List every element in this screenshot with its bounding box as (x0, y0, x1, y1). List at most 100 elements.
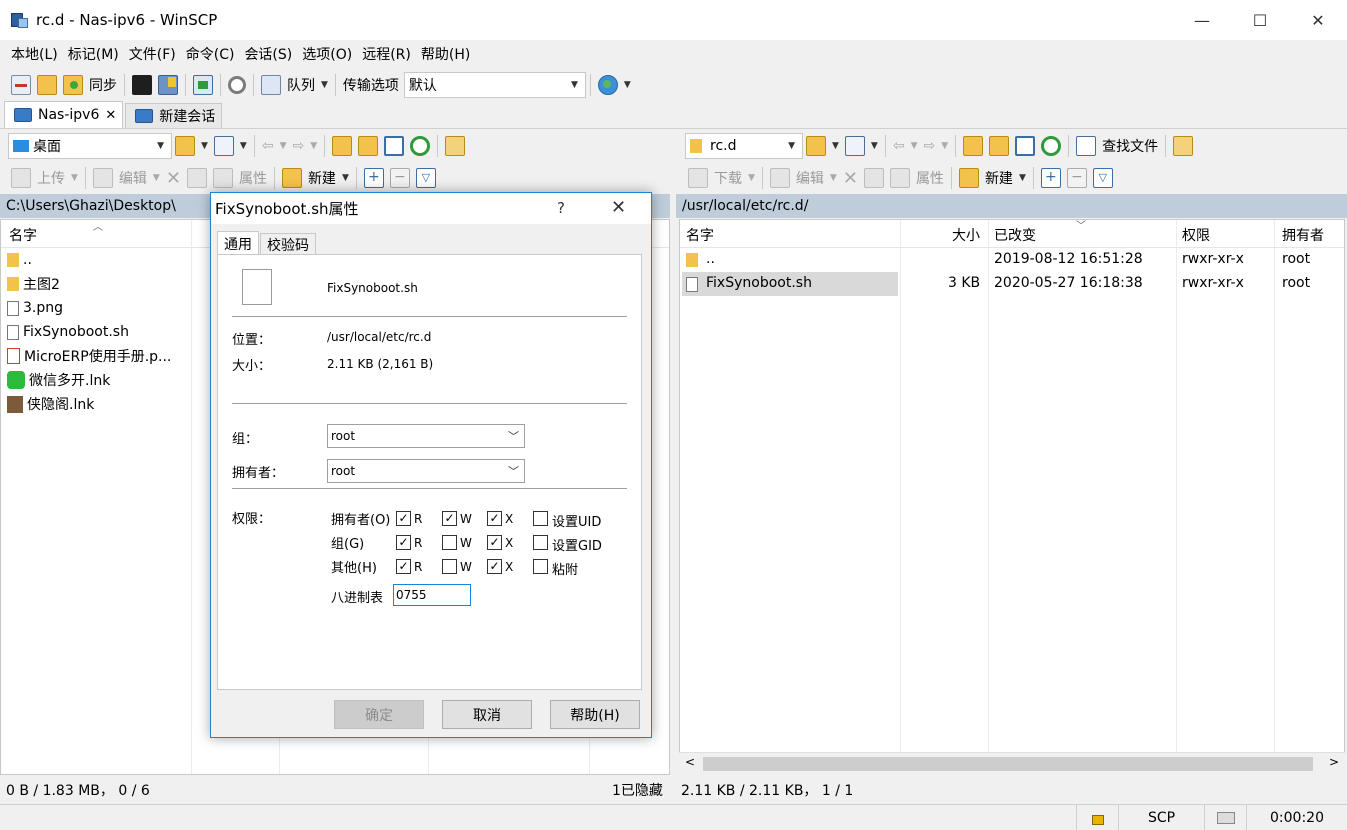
column-name[interactable]: 名字 (686, 225, 714, 245)
cancel-button[interactable]: 取消 (442, 700, 532, 729)
sticky-bit-checkbox[interactable] (533, 559, 548, 574)
maximize-button[interactable]: ☐ (1231, 0, 1289, 40)
local-location-select[interactable]: 桌面 ▼ (8, 133, 172, 159)
edit-dropdown-icon[interactable]: ▼ (153, 173, 160, 183)
select-all-icon[interactable]: + (363, 168, 384, 188)
globe-dropdown-icon[interactable]: ▼ (624, 80, 631, 90)
set-gid-checkbox[interactable] (533, 535, 548, 550)
column-owner[interactable]: 拥有者 (1282, 225, 1324, 245)
filter-dropdown-icon[interactable]: ▼ (871, 141, 878, 151)
group-execute-checkbox[interactable]: ✓ (487, 535, 502, 550)
properties-button[interactable]: 属性 (239, 168, 267, 188)
queue-dropdown-icon[interactable]: ▼ (321, 80, 328, 90)
terminal-icon[interactable] (132, 75, 152, 95)
menu-file[interactable]: 文件(F) (124, 44, 181, 64)
refresh-icon[interactable] (1041, 136, 1062, 156)
upload-button[interactable]: 上传 (37, 168, 65, 188)
menu-local[interactable]: 本地(L) (6, 44, 63, 64)
group-read-checkbox[interactable]: ✓ (396, 535, 411, 550)
delete-icon[interactable]: ✕ (843, 168, 858, 189)
new-dropdown-icon[interactable]: ▼ (1019, 173, 1026, 183)
queue-button[interactable]: 队列 (287, 75, 315, 95)
back-dropdown-icon[interactable]: ▼ (911, 141, 918, 151)
find-files-icon[interactable] (1076, 136, 1097, 156)
filter-select-icon[interactable]: ▽ (415, 168, 436, 188)
others-execute-checkbox[interactable]: ✓ (487, 559, 502, 574)
home-icon[interactable] (1015, 136, 1036, 156)
download-dropdown-icon[interactable]: ▼ (748, 173, 755, 183)
owner-read-checkbox[interactable]: ✓ (396, 511, 411, 526)
table-row[interactable]: .. 2019-08-12 16:51:28 rwxr-xr-x root (680, 248, 1344, 272)
tab-general[interactable]: 通用 (217, 231, 259, 255)
group-select[interactable]: root ﹀ (327, 424, 525, 448)
rename-icon[interactable] (863, 168, 884, 188)
scrollbar-thumb[interactable] (703, 757, 1313, 771)
sync-button[interactable]: 同步 (89, 75, 117, 95)
filter-select-icon[interactable]: ▽ (1092, 168, 1113, 188)
scroll-left-icon[interactable]: < (685, 755, 695, 769)
putty-icon[interactable] (158, 75, 178, 95)
new-button[interactable]: 新建 (985, 168, 1013, 188)
upload-dropdown-icon[interactable]: ▼ (71, 173, 78, 183)
remote-location-select[interactable]: rc.d ▼ (685, 133, 803, 159)
menu-help[interactable]: 帮助(H) (416, 44, 475, 64)
scroll-right-icon[interactable]: > (1329, 755, 1339, 769)
forward-dropdown-icon[interactable]: ▼ (941, 141, 948, 151)
remote-file-list[interactable]: 名字 大小 已改变 ﹀ 权限 拥有者 .. 2019-08-12 16:51:2… (679, 219, 1345, 753)
tab-checksum[interactable]: 校验码 (260, 233, 316, 255)
home-icon[interactable] (384, 136, 405, 156)
menu-options[interactable]: 选项(O) (297, 44, 357, 64)
tab-new-session[interactable]: 新建会话 (125, 103, 223, 128)
new-button[interactable]: 新建 (308, 168, 336, 188)
root-directory-icon[interactable] (989, 136, 1010, 156)
edit-icon[interactable] (92, 168, 113, 188)
compare-directories-icon[interactable] (11, 75, 31, 95)
properties-icon[interactable] (889, 168, 910, 188)
column-name[interactable]: 名字 (9, 225, 37, 245)
owner-select[interactable]: root ﹀ (327, 459, 525, 483)
back-icon[interactable]: ⇦ (893, 138, 905, 154)
close-tab-icon[interactable]: ✕ (105, 108, 116, 123)
group-write-checkbox[interactable] (442, 535, 457, 550)
select-all-icon[interactable]: + (1040, 168, 1061, 188)
minimize-button[interactable]: — (1173, 0, 1231, 40)
owner-write-checkbox[interactable]: ✓ (442, 511, 457, 526)
help-icon[interactable]: ? (557, 199, 565, 217)
forward-icon[interactable]: ⇨ (924, 138, 936, 154)
unselect-all-icon[interactable]: − (1066, 168, 1087, 188)
download-button[interactable]: 下载 (714, 168, 742, 188)
menu-remote[interactable]: 远程(R) (357, 44, 416, 64)
open-folder-dropdown-icon[interactable]: ▼ (832, 141, 839, 151)
upload-icon[interactable] (11, 168, 31, 188)
tree-icon[interactable] (445, 136, 466, 156)
set-uid-checkbox[interactable] (533, 511, 548, 526)
edit-dropdown-icon[interactable]: ▼ (830, 173, 837, 183)
gear-icon[interactable] (228, 76, 246, 94)
edit-button[interactable]: 编辑 (796, 168, 824, 188)
find-files-button[interactable]: 查找文件 (1102, 136, 1158, 156)
others-write-checkbox[interactable] (442, 559, 457, 574)
open-folder-dropdown-icon[interactable]: ▼ (201, 141, 208, 151)
rename-icon[interactable] (186, 168, 207, 188)
column-size[interactable]: 大小 (952, 225, 980, 245)
dialog-close-button[interactable]: ✕ (611, 197, 626, 218)
forward-icon[interactable]: ⇨ (293, 138, 305, 154)
tree-icon[interactable] (1173, 136, 1194, 156)
parent-directory-icon[interactable] (963, 136, 984, 156)
properties-button[interactable]: 属性 (916, 168, 944, 188)
sync-icon[interactable] (63, 75, 83, 95)
globe-icon[interactable] (597, 75, 618, 95)
properties-icon[interactable] (212, 168, 233, 188)
ok-button[interactable]: 确定 (334, 700, 424, 729)
delete-icon[interactable]: ✕ (166, 168, 181, 189)
column-rights[interactable]: 权限 (1182, 225, 1210, 245)
others-read-checkbox[interactable]: ✓ (396, 559, 411, 574)
filter-icon[interactable] (844, 136, 865, 156)
unselect-all-icon[interactable]: − (389, 168, 410, 188)
edit-button[interactable]: 编辑 (119, 168, 147, 188)
download-icon[interactable] (688, 168, 708, 188)
column-modified[interactable]: 已改变 (994, 225, 1036, 245)
back-icon[interactable]: ⇦ (262, 138, 274, 154)
new-dropdown-icon[interactable]: ▼ (342, 173, 349, 183)
forward-dropdown-icon[interactable]: ▼ (310, 141, 317, 151)
